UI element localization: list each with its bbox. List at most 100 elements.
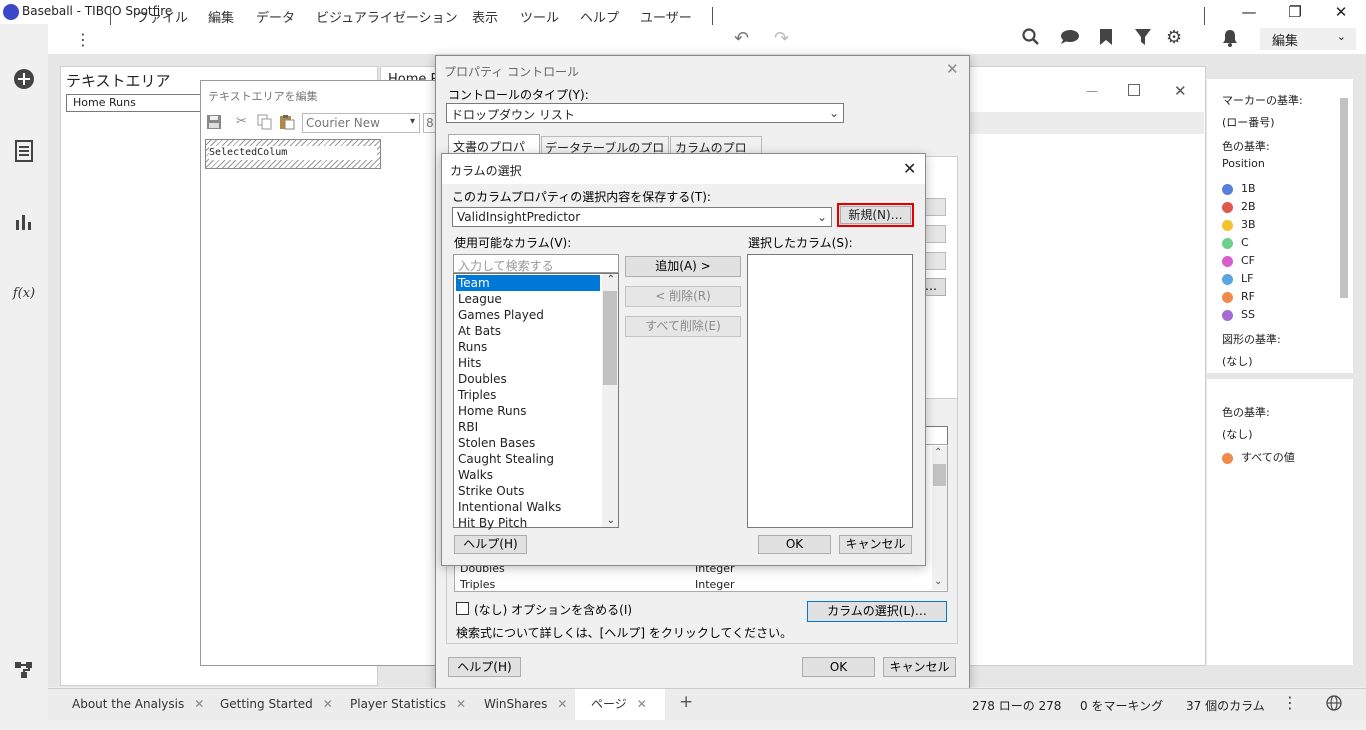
close-window-button[interactable]: ✕ bbox=[1318, 0, 1364, 24]
available-column-item[interactable]: Team bbox=[456, 275, 600, 291]
page-tab-page[interactable]: ページ ✕ bbox=[575, 689, 665, 720]
copy-icon[interactable] bbox=[257, 114, 273, 130]
available-column-item[interactable]: Caught Stealing bbox=[456, 451, 600, 467]
save-selection-select[interactable]: ValidInsightPredictor ⌄ bbox=[452, 207, 832, 227]
minimize-panel-icon[interactable]: — bbox=[1086, 84, 1098, 98]
menu-file[interactable]: ファイル bbox=[136, 7, 188, 26]
legend-item[interactable]: LF bbox=[1222, 272, 1253, 285]
available-column-item[interactable]: Runs bbox=[456, 339, 600, 355]
property-help-button[interactable]: ヘルプ(H) bbox=[448, 657, 521, 677]
available-column-item[interactable]: Hit By Pitch bbox=[456, 515, 600, 531]
available-column-item[interactable]: League bbox=[456, 291, 600, 307]
legend-item[interactable]: 1B bbox=[1222, 182, 1256, 195]
add-column-button[interactable]: 追加(A) > bbox=[625, 256, 741, 277]
minimize-button[interactable]: — bbox=[1226, 0, 1272, 24]
menu-visualization[interactable]: ビジュアライゼーション bbox=[316, 7, 458, 26]
column-select-close-icon[interactable]: ✕ bbox=[903, 159, 916, 178]
home-runs-dropdown[interactable]: Home Runs bbox=[66, 94, 202, 112]
scroll-down-icon[interactable]: ⌄ bbox=[934, 576, 942, 587]
redo-icon[interactable]: ↷ bbox=[774, 28, 789, 49]
available-column-item[interactable]: Intentional Walks bbox=[456, 499, 600, 515]
menu-tools[interactable]: ツール bbox=[520, 7, 559, 26]
remove-column-button[interactable]: < 削除(R) bbox=[625, 286, 741, 307]
available-list-scroll-thumb[interactable] bbox=[603, 291, 617, 385]
property-control-close-icon[interactable]: ✕ bbox=[946, 60, 959, 78]
scroll-up-icon[interactable]: ⌃ bbox=[607, 274, 615, 285]
close-tab-icon[interactable]: ✕ bbox=[456, 697, 466, 711]
legend-item[interactable]: 3B bbox=[1222, 218, 1256, 231]
filter-icon[interactable] bbox=[1134, 28, 1152, 49]
color2-value[interactable]: (なし) bbox=[1222, 426, 1253, 442]
legend-scrollbar[interactable] bbox=[1340, 98, 1348, 298]
shape-value[interactable]: (なし) bbox=[1222, 353, 1253, 369]
globe-icon[interactable] bbox=[1326, 695, 1342, 714]
data-panel-icon[interactable] bbox=[12, 140, 36, 164]
available-column-item[interactable]: At Bats bbox=[456, 323, 600, 339]
available-column-item[interactable]: Games Played bbox=[456, 307, 600, 323]
legend-item[interactable]: RF bbox=[1222, 290, 1255, 303]
menu-data[interactable]: データ bbox=[256, 7, 295, 26]
selected-columns-list[interactable] bbox=[747, 254, 913, 528]
column-help-button[interactable]: ヘルプ(H) bbox=[454, 535, 527, 554]
menu-edit[interactable]: 編集 bbox=[208, 7, 234, 26]
close-tab-icon[interactable]: ✕ bbox=[557, 697, 567, 711]
scroll-down-icon[interactable]: ⌄ bbox=[607, 515, 615, 526]
all-values-item[interactable]: すべての値 bbox=[1222, 449, 1295, 465]
available-column-item[interactable]: Stolen Bases bbox=[456, 435, 600, 451]
property-ok-button[interactable]: OK bbox=[802, 657, 875, 677]
restore-button[interactable]: ❐ bbox=[1272, 0, 1318, 24]
legend-item[interactable]: CF bbox=[1222, 254, 1255, 267]
marker-value[interactable]: (ロー番号) bbox=[1222, 114, 1275, 130]
menu-view[interactable]: 表示 bbox=[472, 7, 498, 26]
maximize-panel-icon[interactable] bbox=[1128, 84, 1140, 96]
available-column-item[interactable]: Strike Outs bbox=[456, 483, 600, 499]
include-none-checkbox[interactable] bbox=[456, 602, 469, 615]
available-column-item[interactable]: Walks bbox=[456, 467, 600, 483]
legend-item[interactable]: C bbox=[1222, 236, 1249, 249]
select-columns-button[interactable]: カラムの選択(L)… bbox=[807, 601, 947, 622]
color-value[interactable]: Position bbox=[1222, 157, 1265, 170]
close-panel-icon[interactable]: ✕ bbox=[1174, 82, 1187, 100]
visualization-icon[interactable] bbox=[12, 212, 36, 236]
column-ok-button[interactable]: OK bbox=[758, 535, 831, 554]
property-list-scroll-thumb[interactable] bbox=[933, 464, 946, 486]
close-tab-icon[interactable]: ✕ bbox=[637, 697, 647, 711]
bell-icon[interactable] bbox=[1222, 29, 1238, 50]
available-column-item[interactable]: Doubles bbox=[456, 371, 600, 387]
page-tab-getting-started[interactable]: Getting Started ✕ bbox=[220, 689, 333, 720]
close-tab-icon[interactable]: ✕ bbox=[194, 697, 204, 711]
close-tab-icon[interactable]: ✕ bbox=[323, 697, 333, 711]
add-page-icon[interactable]: + bbox=[679, 692, 693, 712]
font-family-select[interactable]: Courier New ▾ bbox=[302, 113, 420, 133]
column-search-input[interactable]: 入力して検索する bbox=[453, 254, 619, 273]
mode-select[interactable]: 編集 ⌄ bbox=[1260, 28, 1356, 50]
collaboration-icon[interactable] bbox=[1058, 29, 1080, 48]
add-icon[interactable] bbox=[12, 68, 36, 92]
more-vertical-icon[interactable]: ⋮ bbox=[75, 30, 91, 49]
bookmark-icon[interactable] bbox=[1099, 28, 1113, 49]
available-column-item[interactable]: RBI bbox=[456, 419, 600, 435]
scroll-up-icon[interactable]: ⌃ bbox=[934, 447, 942, 458]
search-icon[interactable] bbox=[1022, 28, 1040, 49]
available-column-item[interactable]: Home Runs bbox=[456, 403, 600, 419]
menu-help[interactable]: ヘルプ bbox=[580, 7, 619, 26]
paste-icon[interactable] bbox=[279, 114, 295, 130]
available-column-item[interactable]: Hits bbox=[456, 355, 600, 371]
page-tab-about[interactable]: About the Analysis ✕ bbox=[72, 689, 204, 720]
legend-item[interactable]: 2B bbox=[1222, 200, 1256, 213]
flow-icon[interactable] bbox=[12, 660, 36, 684]
new-button[interactable]: 新規(N)… bbox=[840, 206, 911, 224]
menu-user[interactable]: ユーザー bbox=[640, 7, 692, 26]
remove-all-columns-button[interactable]: すべて削除(E) bbox=[625, 316, 741, 337]
property-cancel-button[interactable]: キャンセル bbox=[883, 657, 956, 677]
page-tab-winshares[interactable]: WinShares ✕ bbox=[484, 689, 567, 720]
save-icon[interactable] bbox=[206, 114, 222, 130]
column-cancel-button[interactable]: キャンセル bbox=[839, 535, 912, 554]
page-tab-player-statistics[interactable]: Player Statistics ✕ bbox=[350, 689, 466, 720]
control-type-select[interactable]: ドロップダウン リスト ⌄ bbox=[446, 103, 844, 123]
gear-icon[interactable]: ⚙ bbox=[1166, 27, 1182, 48]
cut-icon[interactable]: ✂ bbox=[236, 114, 247, 129]
undo-icon[interactable]: ↶ bbox=[734, 28, 749, 49]
legend-item[interactable]: SS bbox=[1222, 308, 1255, 321]
status-more-icon[interactable]: ⋮ bbox=[1282, 693, 1298, 712]
